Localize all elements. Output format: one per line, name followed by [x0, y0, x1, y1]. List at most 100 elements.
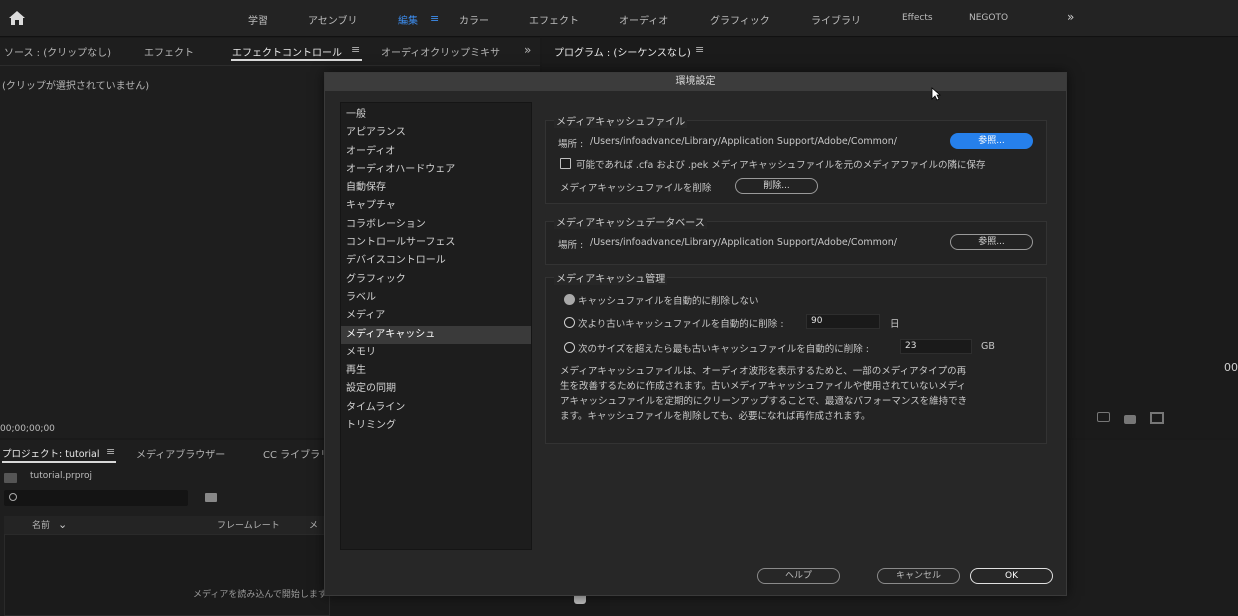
save-next-to-originals-label: 可能であれば .cfa および .pek メディアキャッシュファイルを元のメディ… [576, 160, 986, 171]
media-cache-files-group: メディアキャッシュファイル 場所 : /Users/infoadvance/Li… [545, 113, 1047, 204]
category-item[interactable]: 自動保存 [341, 179, 531, 197]
home-icon[interactable] [8, 10, 26, 26]
cache-db-location-label: 場所 : [558, 240, 584, 251]
delete-oversize-label: 次のサイズを超えたら最も古いキャッシュファイルを自動的に削除 : [578, 344, 869, 355]
size-input[interactable]: 23 [900, 339, 972, 354]
category-item[interactable]: オーディオ [341, 143, 531, 161]
cache-description: メディアキャッシュファイルは、オーディオ波形を表示するためと、一部のメディアタイ… [560, 366, 968, 422]
category-item[interactable]: メディアキャッシュ [341, 325, 531, 344]
delete-older-label: 次より古いキャッシュファイルを自動的に削除 : [578, 319, 784, 330]
media-cache-database-title: メディアキャッシュデータベース [554, 214, 707, 229]
media-cache-management-group: メディアキャッシュ管理 キャッシュファイルを自動的に削除しない 次より古いキャッ… [545, 270, 1047, 444]
category-item[interactable]: 再生 [341, 362, 531, 380]
delete-older-radio[interactable] [564, 317, 575, 328]
category-item[interactable]: 設定の同期 [341, 380, 531, 398]
save-next-to-originals-checkbox[interactable] [560, 158, 571, 169]
never-delete-radio[interactable] [564, 294, 575, 305]
workspace-effects-custom[interactable]: Effects [902, 13, 933, 23]
category-item[interactable]: キャプチャ [341, 197, 531, 215]
days-input[interactable]: 90 [806, 314, 880, 329]
workspace-audio[interactable]: オーディオ [619, 12, 668, 27]
category-item[interactable]: メモリ [341, 344, 531, 362]
column-media[interactable]: メ [309, 518, 318, 531]
category-item[interactable]: デバイスコントロール [341, 252, 531, 270]
program-menu-icon[interactable]: ≡ [695, 43, 704, 56]
export-frame-icon[interactable] [1097, 412, 1110, 422]
media-cache-files-title: メディアキャッシュファイル [554, 113, 688, 128]
workspace-graphics[interactable]: グラフィック [710, 12, 770, 27]
tab-cc-libraries[interactable]: CC ライブラリ [263, 446, 330, 461]
tab-project[interactable]: プロジェクト: tutorial [2, 446, 100, 460]
project-panel: プロジェクト: tutorial ≡ メディアブラウザー CC ライブラリ tu… [0, 440, 330, 616]
size-unit: GB [981, 341, 995, 352]
cancel-button[interactable]: キャンセル [877, 568, 960, 584]
column-name[interactable]: 名前 [32, 518, 50, 531]
category-item[interactable]: メディア [341, 307, 531, 325]
search-icon [9, 493, 17, 501]
workspace-libraries[interactable]: ライブラリ [811, 12, 861, 27]
workspace-color[interactable]: カラー [459, 12, 489, 27]
settings-icon[interactable] [1150, 412, 1164, 424]
delete-cache-files-button[interactable]: 削除... [735, 178, 818, 194]
workspace-editing[interactable]: 編集 [398, 12, 418, 27]
program-title[interactable]: プログラム : (シーケンスなし) [554, 44, 691, 59]
delete-oversize-radio[interactable] [564, 342, 575, 353]
project-search-input[interactable] [4, 490, 188, 506]
category-item[interactable]: コントロールサーフェス [341, 234, 531, 252]
cache-files-location-path: /Users/infoadvance/Library/Application S… [590, 136, 897, 147]
new-bin-icon[interactable] [205, 493, 217, 502]
workspace-effects[interactable]: エフェクト [529, 12, 579, 27]
category-list: 一般 アピアランス オーディオ オーディオハードウェア 自動保存 キャプチャ コラボレーショ… [340, 102, 532, 550]
project-filename: tutorial.prproj [30, 471, 92, 481]
active-tab-underline [231, 59, 362, 61]
media-cache-management-title: メディアキャッシュ管理 [554, 270, 668, 285]
tab-audio-clip-mixer[interactable]: オーディオクリップミキサ [381, 44, 500, 59]
category-item[interactable]: グラフィック [341, 271, 531, 289]
workspace-menu-icon[interactable]: ≡ [430, 12, 439, 25]
workspace-bar: 学習 アセンブリ 編集 ≡ カラー エフェクト オーディオ グラフィック ライブ… [0, 0, 1238, 37]
folder-icon [4, 473, 17, 483]
category-item[interactable]: コラボレーション [341, 216, 531, 234]
workspace-negoto[interactable]: NEGOTO [969, 13, 1008, 23]
project-bin-area[interactable] [4, 534, 330, 616]
column-frame-rate[interactable]: フレームレート [217, 518, 280, 531]
never-delete-label: キャッシュファイルを自動的に削除しない [578, 296, 759, 307]
cache-files-location-label: 場所 : [558, 139, 584, 150]
mouse-cursor-icon [931, 87, 941, 101]
cache-files-browse-button[interactable]: 参照... [950, 133, 1033, 149]
delete-cache-files-label: メディアキャッシュファイルを削除 [560, 183, 712, 194]
more-workspaces-icon[interactable]: » [1067, 10, 1074, 24]
column-header-row [4, 516, 330, 534]
no-clip-message: (クリップが選択されていません) [2, 81, 150, 92]
tab-source[interactable]: ソース : (クリップなし) [4, 44, 111, 59]
panel-divider [0, 65, 540, 66]
sort-chevron-icon[interactable]: ⌄ [58, 518, 67, 531]
cache-db-location-path: /Users/infoadvance/Library/Application S… [590, 237, 897, 248]
category-item[interactable]: タイムライン [341, 399, 531, 417]
days-unit: 日 [890, 319, 900, 330]
project-menu-icon[interactable]: ≡ [106, 445, 115, 458]
project-tab-underline [2, 461, 116, 463]
tab-effects[interactable]: エフェクト [144, 44, 194, 59]
ok-button[interactable]: OK [970, 568, 1053, 584]
import-media-hint: メディアを読み込んで開始します [193, 590, 327, 600]
tab-effect-controls[interactable]: エフェクトコントロール [232, 44, 342, 59]
tab-menu-icon[interactable]: ≡ [351, 43, 360, 56]
workspace-assembly[interactable]: アセンブリ [308, 12, 358, 27]
camera-icon[interactable] [1124, 415, 1136, 424]
category-item[interactable]: トリミング [341, 417, 531, 435]
tab-media-browser[interactable]: メディアブラウザー [136, 446, 225, 461]
category-item[interactable]: 一般 [341, 106, 531, 124]
more-tabs-icon[interactable]: » [524, 43, 531, 57]
category-item[interactable]: ラベル [341, 289, 531, 307]
preferences-dialog: 環境設定 一般 アピアランス オーディオ オーディオハードウェア 自動保存 キャプチャ コラ… [324, 72, 1067, 596]
dialog-title[interactable]: 環境設定 [325, 73, 1066, 91]
media-cache-database-group: メディアキャッシュデータベース 場所 : /Users/infoadvance/… [545, 214, 1047, 265]
category-item[interactable]: アピアランス [341, 124, 531, 142]
timecode-display[interactable]: 00;00;00;00 [0, 424, 55, 434]
help-button[interactable]: ヘルプ [757, 568, 840, 584]
cache-db-browse-button[interactable]: 参照... [950, 234, 1033, 250]
workspace-learn[interactable]: 学習 [248, 12, 268, 27]
program-timecode[interactable]: 00 [1224, 361, 1238, 374]
category-item[interactable]: オーディオハードウェア [341, 161, 531, 179]
